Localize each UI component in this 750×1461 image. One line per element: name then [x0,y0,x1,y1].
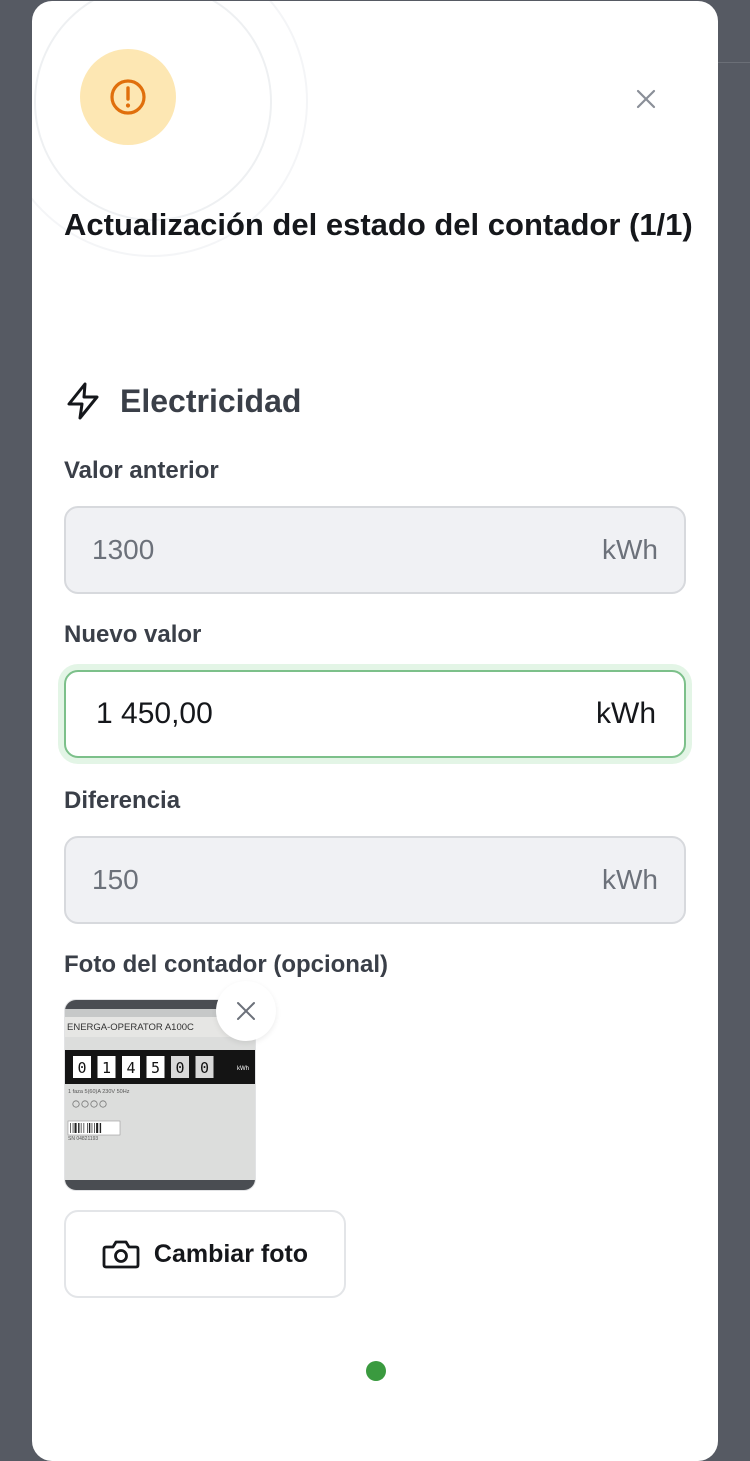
close-icon [636,89,656,109]
new-value-input[interactable] [96,697,516,731]
progress-dot [366,1361,386,1381]
meter-serial: SN 04821193 [68,1136,98,1142]
change-photo-label: Cambiar foto [153,1239,309,1268]
meter-digit: 0 [175,1059,184,1077]
camera-icon [102,1240,140,1269]
close-button[interactable] [632,85,660,113]
remove-photo-button[interactable] [216,981,276,1041]
difference-unit: kWh [602,864,658,895]
change-photo-button[interactable]: Cambiar foto [64,1210,346,1298]
meter-digit: 0 [200,1059,209,1077]
close-icon [237,1002,255,1020]
previous-value: 1300 [92,534,155,565]
new-value-unit: kWh [596,697,656,730]
difference-value: 150 [92,864,139,895]
previous-value-field: 1300 kWh [64,506,686,594]
warning-icon [110,79,146,115]
section-header: Electricidad [64,377,301,425]
background-divider [718,62,750,63]
new-value-field[interactable]: kWh [64,670,686,758]
meter-unit: kWh [237,1066,249,1072]
warning-badge [80,49,176,145]
previous-value-unit: kWh [602,534,658,565]
meter-brand: ENERGA-OPERATOR A100C [67,1022,194,1033]
meter-digit: 4 [126,1059,135,1077]
new-value-label: Nuevo valor [64,621,202,648]
section-title: Electricidad [120,382,302,419]
difference-field: 150 kWh [64,836,686,924]
dialog-title: Actualización del estado del contador (1… [64,207,693,242]
meter-specs: 1 faza 5(60)A 230V 50Hz [68,1089,130,1095]
lightning-icon [67,382,99,420]
meter-update-dialog: Actualización del estado del contador (1… [32,1,718,1461]
meter-digit: 0 [77,1059,86,1077]
photo-label: Foto del contador (opcional) [64,951,388,978]
previous-value-label: Valor anterior [64,457,219,484]
difference-label: Diferencia [64,787,181,814]
meter-digit: 1 [102,1059,111,1077]
meter-digit: 5 [151,1059,160,1077]
